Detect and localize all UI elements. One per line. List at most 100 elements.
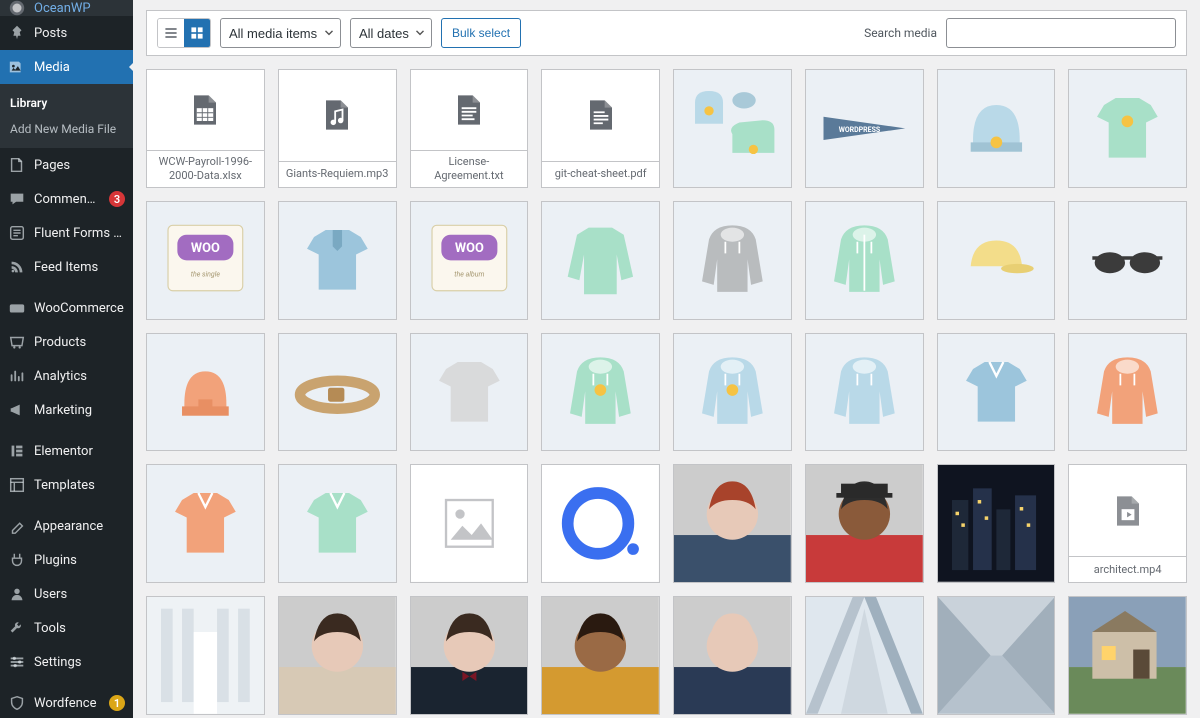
list-view-button[interactable] (158, 19, 184, 47)
sidebar-item-label: Settings (34, 655, 125, 670)
image-thumbnail: WOOthe single (147, 202, 264, 319)
sidebar-item-label: Media (34, 60, 125, 75)
sidebar-item-settings[interactable]: Settings (0, 645, 133, 679)
image-thumbnail (674, 597, 791, 714)
sidebar-site-title[interactable]: OceanWP (0, 0, 133, 16)
media-tile[interactable]: WORDPRESS (805, 69, 924, 188)
media-tile[interactable]: git-cheat-sheet.pdf (541, 69, 660, 188)
media-tile[interactable] (410, 464, 529, 583)
media-tile[interactable] (1068, 69, 1187, 188)
image-thumbnail (1069, 597, 1186, 714)
sidebar-item-plugins[interactable]: Plugins (0, 543, 133, 577)
sidebar-badge: 3 (109, 191, 125, 207)
media-tile[interactable] (937, 596, 1056, 715)
image-thumbnail (938, 597, 1055, 714)
media-tile[interactable] (278, 333, 397, 452)
plugins-icon (8, 551, 26, 569)
sidebar-item-tools[interactable]: Tools (0, 611, 133, 645)
sidebar-item-users[interactable]: Users (0, 577, 133, 611)
sidebar-item-elementor[interactable]: Elementor (0, 434, 133, 468)
sidebar-item-fluent[interactable]: Fluent Forms Pro (0, 216, 133, 250)
media-tile[interactable] (146, 333, 265, 452)
sidebar-item-templates[interactable]: Templates (0, 468, 133, 502)
media-icon (8, 58, 26, 76)
search-input[interactable] (946, 18, 1176, 48)
file-caption: WCW-Payroll-1996-2000-Data.xlsx (147, 150, 264, 187)
sidebar-item-label: Products (34, 335, 125, 350)
media-tile[interactable] (541, 596, 660, 715)
media-tile[interactable] (673, 464, 792, 583)
image-thumbnail (279, 465, 396, 582)
sidebar-item-label: Feed Items (34, 260, 125, 275)
sidebar-item-products[interactable]: Products (0, 325, 133, 359)
media-tile[interactable] (541, 201, 660, 320)
media-tile[interactable] (805, 333, 924, 452)
media-tile[interactable] (146, 464, 265, 583)
media-tile[interactable]: Giants-Requiem.mp3 (278, 69, 397, 188)
sidebar-item-label: Templates (34, 478, 125, 493)
sidebar-item-comments[interactable]: Comments3 (0, 182, 133, 216)
media-grid-scroll[interactable]: WCW-Payroll-1996-2000-Data.xlsx Giants-Re… (133, 56, 1200, 718)
image-thumbnail (674, 465, 791, 582)
sidebar-item-label: Wordfence (34, 696, 97, 711)
media-tile[interactable] (937, 69, 1056, 188)
media-tile[interactable] (541, 333, 660, 452)
media-tile[interactable] (1068, 333, 1187, 452)
image-thumbnail (542, 597, 659, 714)
sidebar-item-label: Posts (34, 26, 125, 41)
media-tile[interactable] (937, 464, 1056, 583)
settings-icon (8, 653, 26, 671)
media-tile[interactable] (541, 464, 660, 583)
sidebar-item-appearance[interactable]: Appearance (0, 509, 133, 543)
media-tile[interactable] (673, 596, 792, 715)
grid-icon (189, 25, 205, 41)
submenu-item[interactable]: Library (0, 90, 133, 116)
file-icon (315, 93, 359, 137)
bulk-select-button[interactable]: Bulk select (441, 18, 521, 48)
sidebar-submenu-media: LibraryAdd New Media File (0, 84, 133, 148)
sidebar-item-analytics[interactable]: Analytics (0, 359, 133, 393)
list-icon (163, 25, 179, 41)
feed-icon (8, 258, 26, 276)
media-tile[interactable] (410, 333, 529, 452)
submenu-item[interactable]: Add New Media File (0, 116, 133, 142)
sidebar-item-pages[interactable]: Pages (0, 148, 133, 182)
image-thumbnail (938, 70, 1055, 187)
file-caption: architect.mp4 (1069, 556, 1186, 582)
media-tile[interactable] (673, 69, 792, 188)
media-tile[interactable] (805, 464, 924, 583)
filter-media-type[interactable]: All media items (220, 18, 341, 48)
media-tile[interactable]: architect.mp4 (1068, 464, 1187, 583)
filter-date[interactable]: All dates (350, 18, 432, 48)
sidebar-item-label: Plugins (34, 553, 125, 568)
media-toolbar: All media items All dates Bulk select Se… (146, 10, 1187, 56)
svg-text:WORDPRESS: WORDPRESS (838, 126, 880, 134)
media-tile[interactable] (146, 596, 265, 715)
media-tile[interactable] (278, 464, 397, 583)
media-tile[interactable] (278, 201, 397, 320)
media-tile[interactable] (937, 201, 1056, 320)
media-tile[interactable]: License-Agreement.txt (410, 69, 529, 188)
media-tile[interactable] (805, 596, 924, 715)
media-tile[interactable] (1068, 201, 1187, 320)
media-tile[interactable] (278, 596, 397, 715)
sidebar-item-feed[interactable]: Feed Items (0, 250, 133, 284)
sidebar-item-posts[interactable]: Posts (0, 16, 133, 50)
sidebar-item-label: Fluent Forms Pro (34, 226, 125, 241)
media-tile[interactable] (1068, 596, 1187, 715)
sidebar-item-media[interactable]: Media (0, 50, 133, 84)
grid-view-button[interactable] (184, 19, 210, 47)
media-tile[interactable] (673, 201, 792, 320)
media-tile[interactable] (410, 596, 529, 715)
media-tile[interactable] (805, 201, 924, 320)
sidebar-item-wordfence[interactable]: Wordfence1 (0, 686, 133, 718)
sidebar-item-label: Elementor (34, 444, 125, 459)
media-tile[interactable]: WOOthe single (146, 201, 265, 320)
sidebar-item-marketing[interactable]: Marketing (0, 393, 133, 427)
sidebar-item-woo[interactable]: WooCommerce (0, 291, 133, 325)
media-tile[interactable]: WOOthe album (410, 201, 529, 320)
media-tile[interactable] (937, 333, 1056, 452)
image-thumbnail (1069, 334, 1186, 451)
media-tile[interactable]: WCW-Payroll-1996-2000-Data.xlsx (146, 69, 265, 188)
media-tile[interactable] (673, 333, 792, 452)
